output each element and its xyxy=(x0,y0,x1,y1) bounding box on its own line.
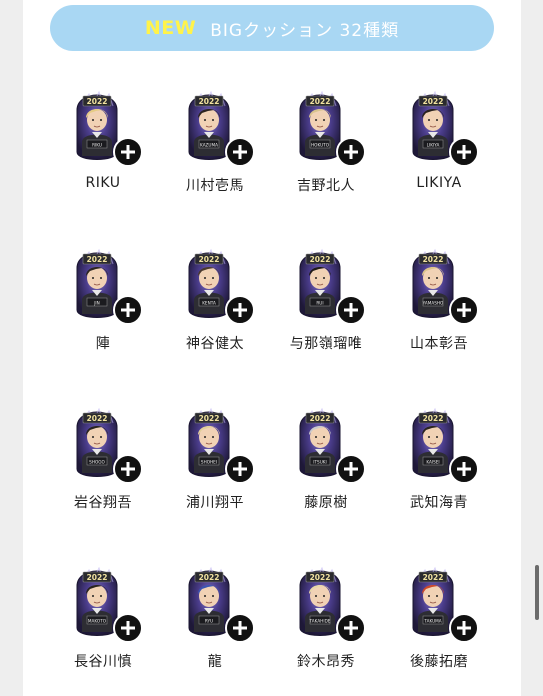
member-name: LIKIYA xyxy=(416,175,462,191)
member-name: 鈴木昂秀 xyxy=(297,654,355,670)
product-item[interactable]: 2022 ITSUKI 藤原樹 xyxy=(270,397,382,537)
plus-icon xyxy=(344,145,358,159)
member-name: 川村壱馬 xyxy=(186,178,244,194)
plus-icon xyxy=(457,621,471,635)
add-button[interactable] xyxy=(336,613,366,643)
member-tag: SHOGO xyxy=(89,460,105,465)
member-tag: KAISEI xyxy=(426,460,439,465)
add-button[interactable] xyxy=(449,613,479,643)
member-name: 吉野北人 xyxy=(297,178,355,194)
product-item[interactable]: 2022 KENTA 神谷健太 xyxy=(159,238,271,378)
product-item[interactable]: 2022 LIKIYA LIKIYA xyxy=(383,80,495,220)
member-name: 後藤拓磨 xyxy=(410,654,468,670)
product-item[interactable]: 2022 KAISEI 武知海青 xyxy=(383,397,495,537)
year-label: 2022 xyxy=(423,97,444,106)
member-tag: KENTA xyxy=(202,301,216,306)
add-button[interactable] xyxy=(225,454,255,484)
member-tag: SHOHEI xyxy=(201,460,217,465)
year-label: 2022 xyxy=(423,414,444,423)
member-tag: RIKU xyxy=(92,143,102,148)
year-label: 2022 xyxy=(87,97,108,106)
plus-icon xyxy=(457,462,471,476)
year-label: 2022 xyxy=(199,255,220,264)
plus-icon xyxy=(344,462,358,476)
product-item[interactable]: 2022 HOKUTO 吉野北人 xyxy=(270,80,382,220)
year-label: 2022 xyxy=(423,573,444,582)
product-item[interactable]: 2022 KAZUMA 川村壱馬 xyxy=(159,80,271,220)
plus-icon xyxy=(121,303,135,317)
year-label: 2022 xyxy=(199,573,220,582)
plus-icon xyxy=(233,621,247,635)
add-button[interactable] xyxy=(449,137,479,167)
year-label: 2022 xyxy=(310,255,331,264)
member-name: 岩谷翔吾 xyxy=(74,495,132,511)
year-label: 2022 xyxy=(199,414,220,423)
add-button[interactable] xyxy=(449,295,479,325)
member-tag: TAKAHIDE xyxy=(309,619,331,624)
year-label: 2022 xyxy=(310,414,331,423)
member-tag: LIKIYA xyxy=(427,143,440,148)
plus-icon xyxy=(344,303,358,317)
member-tag: YAMASHO xyxy=(422,301,444,306)
product-item[interactable]: 2022 JIN 陣 xyxy=(47,238,159,378)
member-tag: MAKOTO xyxy=(88,619,107,624)
product-item[interactable]: 2022 RYU 龍 xyxy=(159,556,271,696)
product-grid: 2022 RIKU RIKU 2022 KAZUMA 川村壱馬 2022 HOK… xyxy=(0,0,543,696)
add-button[interactable] xyxy=(336,454,366,484)
member-name: 武知海青 xyxy=(410,495,468,511)
member-name: 長谷川慎 xyxy=(74,654,132,670)
member-name: 浦川翔平 xyxy=(186,495,244,511)
member-name: RIKU xyxy=(85,175,121,191)
product-item[interactable]: 2022 RIKU RIKU xyxy=(47,80,159,220)
member-tag: HOKUTO xyxy=(311,143,330,148)
plus-icon xyxy=(121,145,135,159)
add-button[interactable] xyxy=(336,137,366,167)
member-name: 龍 xyxy=(207,654,223,670)
member-name: 陣 xyxy=(95,336,111,352)
member-tag: RUI xyxy=(316,301,323,306)
product-item[interactable]: 2022 YAMASHO 山本彰吾 xyxy=(383,238,495,378)
plus-icon xyxy=(344,621,358,635)
member-name: 山本彰吾 xyxy=(410,336,468,352)
year-label: 2022 xyxy=(310,97,331,106)
plus-icon xyxy=(233,145,247,159)
add-button[interactable] xyxy=(225,613,255,643)
add-button[interactable] xyxy=(113,295,143,325)
year-label: 2022 xyxy=(87,573,108,582)
product-item[interactable]: 2022 MAKOTO 長谷川慎 xyxy=(47,556,159,696)
member-name: 藤原樹 xyxy=(304,495,348,511)
member-tag: ITSUKI xyxy=(313,460,327,465)
product-item[interactable]: 2022 SHOGO 岩谷翔吾 xyxy=(47,397,159,537)
add-button[interactable] xyxy=(225,137,255,167)
member-tag: JIN xyxy=(93,301,100,306)
member-tag: TAKUMA xyxy=(423,619,441,624)
plus-icon xyxy=(457,303,471,317)
product-item[interactable]: 2022 TAKAHIDE 鈴木昂秀 xyxy=(270,556,382,696)
plus-icon xyxy=(233,462,247,476)
year-label: 2022 xyxy=(310,573,331,582)
add-button[interactable] xyxy=(336,295,366,325)
plus-icon xyxy=(121,462,135,476)
year-label: 2022 xyxy=(199,97,220,106)
product-item[interactable]: 2022 RUI 与那嶺瑠唯 xyxy=(270,238,382,378)
plus-icon xyxy=(233,303,247,317)
product-item[interactable]: 2022 TAKUMA 後藤拓磨 xyxy=(383,556,495,696)
year-label: 2022 xyxy=(87,414,108,423)
year-label: 2022 xyxy=(423,255,444,264)
plus-icon xyxy=(121,621,135,635)
product-item[interactable]: 2022 SHOHEI 浦川翔平 xyxy=(159,397,271,537)
add-button[interactable] xyxy=(113,613,143,643)
add-button[interactable] xyxy=(225,295,255,325)
add-button[interactable] xyxy=(449,454,479,484)
scrollbar-thumb[interactable] xyxy=(535,565,539,620)
member-tag: RYU xyxy=(205,619,213,624)
year-label: 2022 xyxy=(87,255,108,264)
member-tag: KAZUMA xyxy=(200,143,218,148)
member-name: 神谷健太 xyxy=(186,336,244,352)
plus-icon xyxy=(457,145,471,159)
member-name: 与那嶺瑠唯 xyxy=(289,336,363,352)
add-button[interactable] xyxy=(113,454,143,484)
add-button[interactable] xyxy=(113,137,143,167)
